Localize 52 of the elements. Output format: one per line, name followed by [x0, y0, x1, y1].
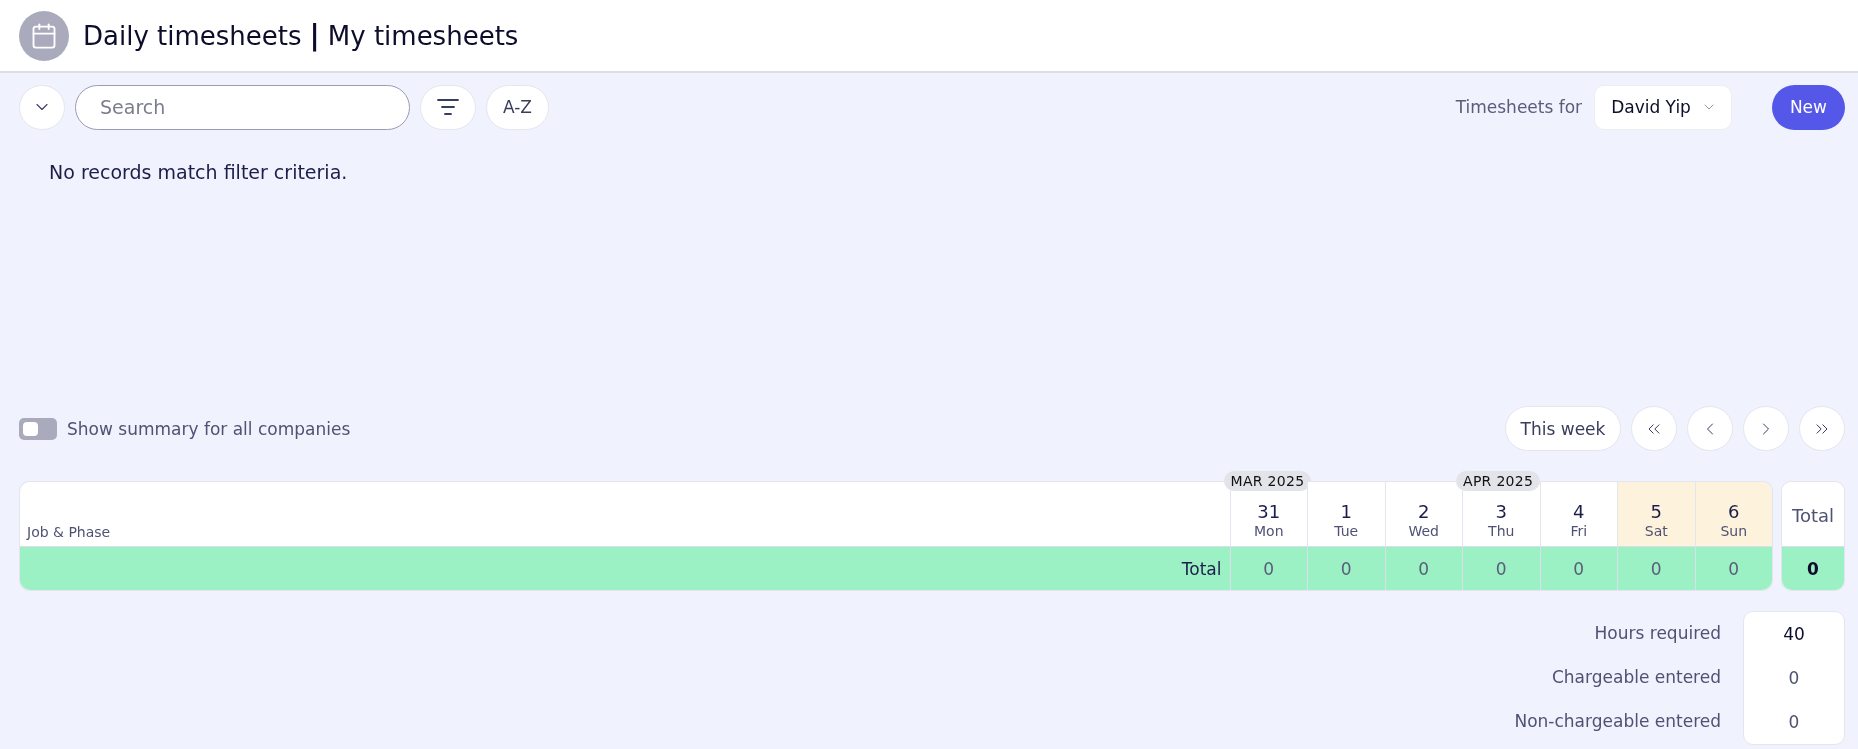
day-weekday: Thu — [1488, 522, 1515, 540]
total-label: Total — [1181, 558, 1222, 579]
day-weekday: Sun — [1720, 522, 1748, 540]
expand-button[interactable] — [19, 84, 65, 130]
page-title: Daily timesheets — [83, 20, 302, 51]
column-header: Job & Phase — [20, 482, 1230, 547]
day-total: 0 — [1728, 558, 1740, 579]
hours-value: 0 — [1788, 711, 1800, 734]
day-total: 0 — [1573, 558, 1585, 579]
search-field[interactable]: Search — [75, 84, 410, 130]
hours-value: 0 — [1788, 667, 1800, 690]
empty-message: No records match filter criteria. — [49, 160, 349, 184]
day-date: 1 — [1340, 502, 1352, 522]
person-select[interactable]: David Yip — [1594, 84, 1732, 130]
grand-total: 0 — [1807, 558, 1819, 579]
hours-label: Chargeable entered — [1551, 666, 1721, 689]
this-week-button[interactable]: This week — [1505, 406, 1621, 451]
next-week-button[interactable] — [1743, 406, 1789, 451]
timesheets-for-label: Timesheets for — [1455, 97, 1583, 117]
day-weekday: Mon — [1254, 522, 1284, 540]
day-total: 0 — [1340, 558, 1352, 579]
day-total: 0 — [1418, 558, 1430, 579]
day-total: 0 — [1263, 558, 1275, 579]
day-weekday: Fri — [1570, 522, 1588, 540]
hours-label: Non-chargeable entered — [1514, 710, 1721, 733]
hours-value: 40 — [1783, 623, 1805, 646]
day-date: 6 — [1728, 502, 1740, 522]
day-date: 2 — [1418, 502, 1430, 522]
last-week-button[interactable] — [1799, 406, 1845, 451]
new-button[interactable]: New — [1771, 84, 1845, 130]
day-total: 0 — [1495, 558, 1507, 579]
summary-toggle[interactable] — [19, 417, 57, 440]
calendar-icon — [19, 10, 69, 61]
month-badge: APR 2025 — [1456, 471, 1541, 491]
day-date: 5 — [1650, 502, 1662, 522]
day-date: 4 — [1573, 502, 1585, 522]
total-header: Total — [1791, 504, 1834, 526]
title-separator: | — [309, 19, 320, 52]
sort-button[interactable]: A-Z — [486, 84, 549, 130]
month-badge: MAR 2025 — [1223, 471, 1312, 491]
day-date: 3 — [1495, 502, 1507, 522]
day-date: 31 — [1257, 502, 1281, 522]
day-weekday: Sat — [1644, 522, 1668, 540]
filter-button[interactable] — [420, 84, 476, 130]
toggle-label: Show summary for all companies — [67, 418, 351, 439]
day-total: 0 — [1650, 558, 1662, 579]
day-weekday: Tue — [1334, 522, 1359, 540]
first-week-button[interactable] — [1631, 406, 1677, 451]
page-subtitle: My timesheets — [327, 20, 519, 51]
previous-week-button[interactable] — [1687, 406, 1733, 451]
hours-label: Hours required — [1594, 622, 1721, 645]
day-weekday: Wed — [1408, 522, 1439, 540]
